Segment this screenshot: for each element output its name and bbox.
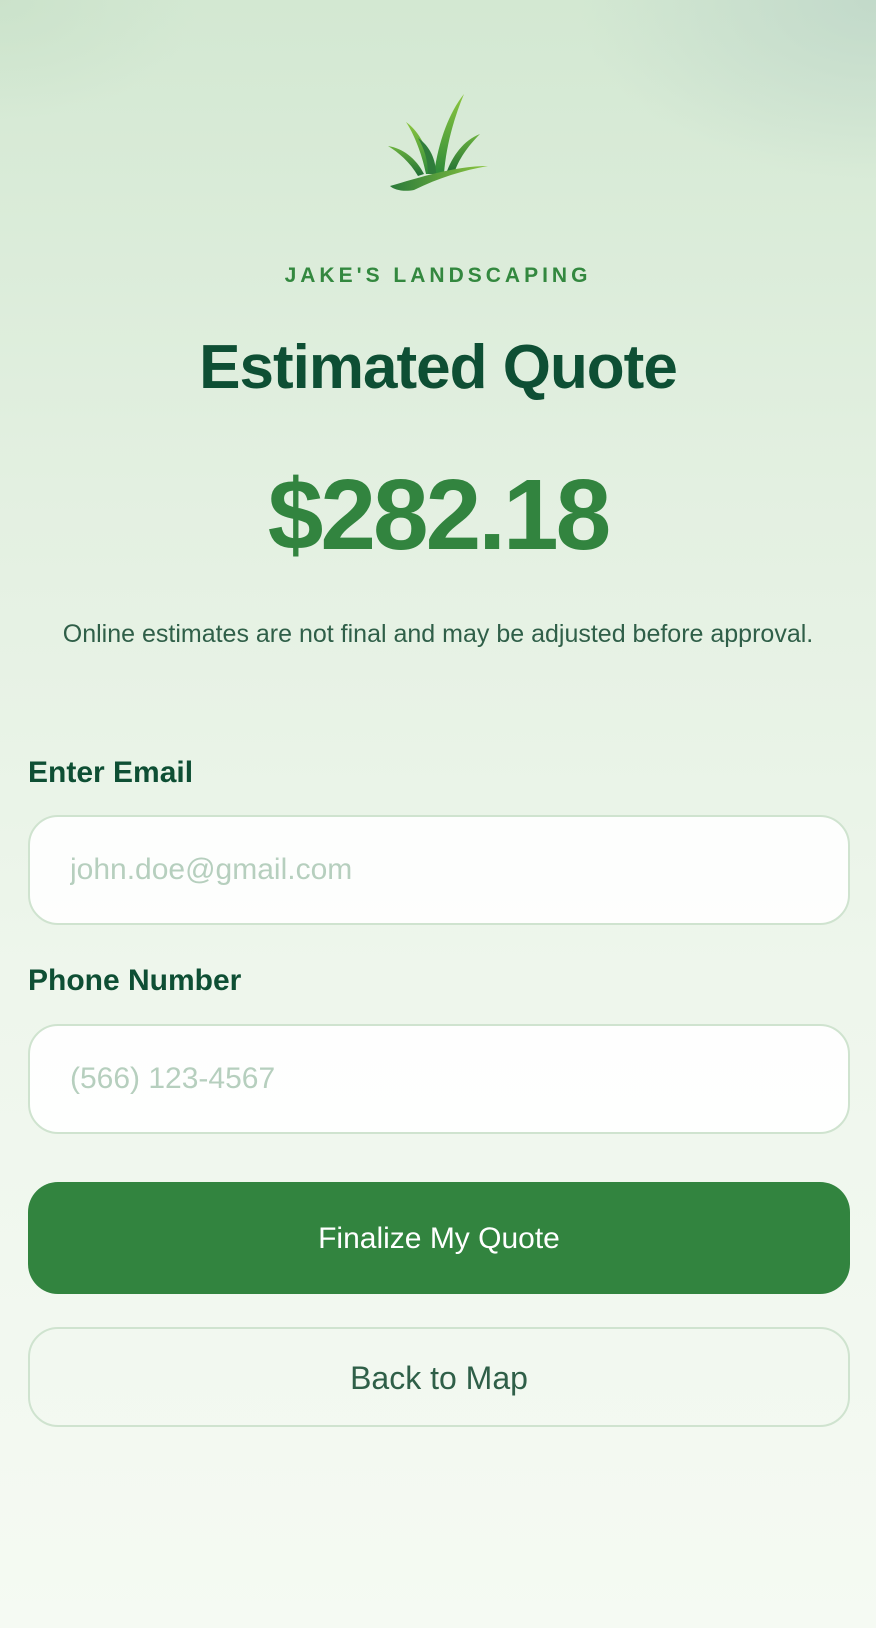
email-field[interactable]: [28, 815, 850, 925]
grass-icon: [388, 94, 492, 194]
email-label: Enter Email: [28, 756, 194, 789]
back-to-map-button[interactable]: Back to Map: [28, 1327, 850, 1427]
brand-name: JAKE'S LANDSCAPING: [284, 264, 592, 287]
background-glow-right: [576, 0, 876, 180]
finalize-quote-button[interactable]: Finalize My Quote: [28, 1182, 850, 1294]
phone-label: Phone Number: [28, 964, 242, 997]
quote-page: JAKE'S LANDSCAPING Estimated Quote $282.…: [0, 0, 876, 1628]
page-title: Estimated Quote: [199, 333, 678, 402]
phone-field[interactable]: [28, 1024, 850, 1134]
quote-price: $282.18: [267, 459, 611, 571]
background-glow-left: [0, 0, 200, 120]
disclaimer-text: Online estimates are not final and may b…: [62, 620, 814, 648]
